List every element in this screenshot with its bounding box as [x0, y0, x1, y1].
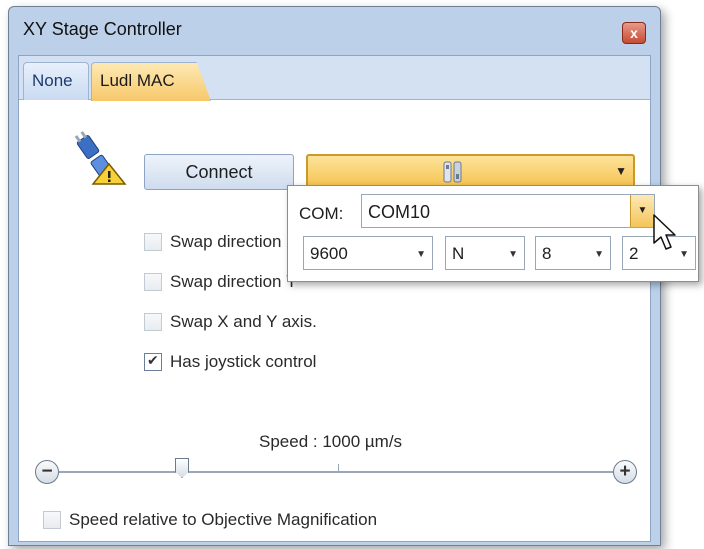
checkbox-box[interactable] [144, 233, 162, 251]
checkbox-box[interactable] [144, 313, 162, 331]
checkbox-label: Speed relative to Objective Magnificatio… [69, 510, 378, 529]
close-button[interactable]: x [622, 22, 646, 44]
checkbox-box[interactable] [43, 511, 61, 529]
swap-direction-y-checkbox[interactable]: Swap direction Y [144, 272, 297, 292]
com-label: COM: [299, 204, 344, 223]
speed-slider-thumb[interactable] [175, 458, 189, 478]
tab-ludl-mac[interactable]: Ludl MAC [91, 62, 211, 101]
mouse-cursor-icon [653, 214, 676, 250]
checkbox-label: Swap direction Y [170, 272, 298, 291]
baud-rate-select[interactable]: 9600 ▼ [303, 236, 433, 270]
checkbox-box[interactable] [144, 352, 162, 371]
parity-value: N [452, 244, 465, 263]
connect-button[interactable]: Connect [144, 154, 294, 190]
chevron-down-icon: ▼ [679, 249, 689, 260]
tab-none[interactable]: None [23, 62, 89, 100]
swap-direction-x-checkbox[interactable]: Swap direction X [144, 232, 298, 252]
slider-tick [338, 464, 339, 473]
chevron-down-icon: ▼ [416, 249, 426, 260]
com-port-select[interactable]: COM10 ▼ [361, 194, 655, 228]
checkbox-box[interactable] [144, 273, 162, 291]
data-bits-select[interactable]: 8 ▼ [535, 236, 611, 270]
speed-relative-checkbox[interactable]: Speed relative to Objective Magnificatio… [43, 510, 377, 530]
tools-icon [443, 161, 462, 183]
plug-warning-icon [74, 131, 127, 185]
chevron-down-icon: ▼ [508, 249, 518, 260]
speed-decrease-button[interactable]: − [35, 460, 59, 484]
chevron-down-icon: ▼ [615, 164, 627, 178]
tab-strip: None Ludl MAC [19, 56, 650, 101]
checkbox-label: Swap direction X [170, 232, 298, 251]
chevron-down-icon[interactable]: ▼ [630, 195, 654, 227]
checkbox-label: Has joystick control [170, 352, 317, 371]
close-icon: x [630, 25, 638, 41]
baud-rate-value: 9600 [310, 244, 348, 263]
data-bits-value: 8 [542, 244, 552, 263]
speed-label: Speed : 1000 µm/s [259, 432, 403, 451]
speed-slider-track[interactable] [49, 471, 614, 473]
window-title: XY Stage Controller [23, 19, 182, 39]
port-settings-popup: COM: COM10 ▼ 9600 ▼ N ▼ 8 ▼ 2 ▼ [287, 185, 699, 282]
checkbox-label: Swap X and Y axis. [170, 312, 317, 331]
swap-xy-axis-checkbox[interactable]: Swap X and Y axis. [144, 312, 317, 332]
has-joystick-checkbox[interactable]: Has joystick control [144, 352, 316, 372]
stop-bits-value: 2 [629, 244, 639, 263]
parity-select[interactable]: N ▼ [445, 236, 525, 270]
chevron-down-icon: ▼ [594, 249, 604, 260]
title-bar[interactable]: XY Stage Controller x [9, 7, 660, 53]
com-port-value: COM10 [368, 202, 431, 222]
client-area: None Ludl MAC Connect ▼ Swap direction X… [18, 55, 651, 542]
speed-increase-button[interactable]: + [613, 460, 637, 484]
